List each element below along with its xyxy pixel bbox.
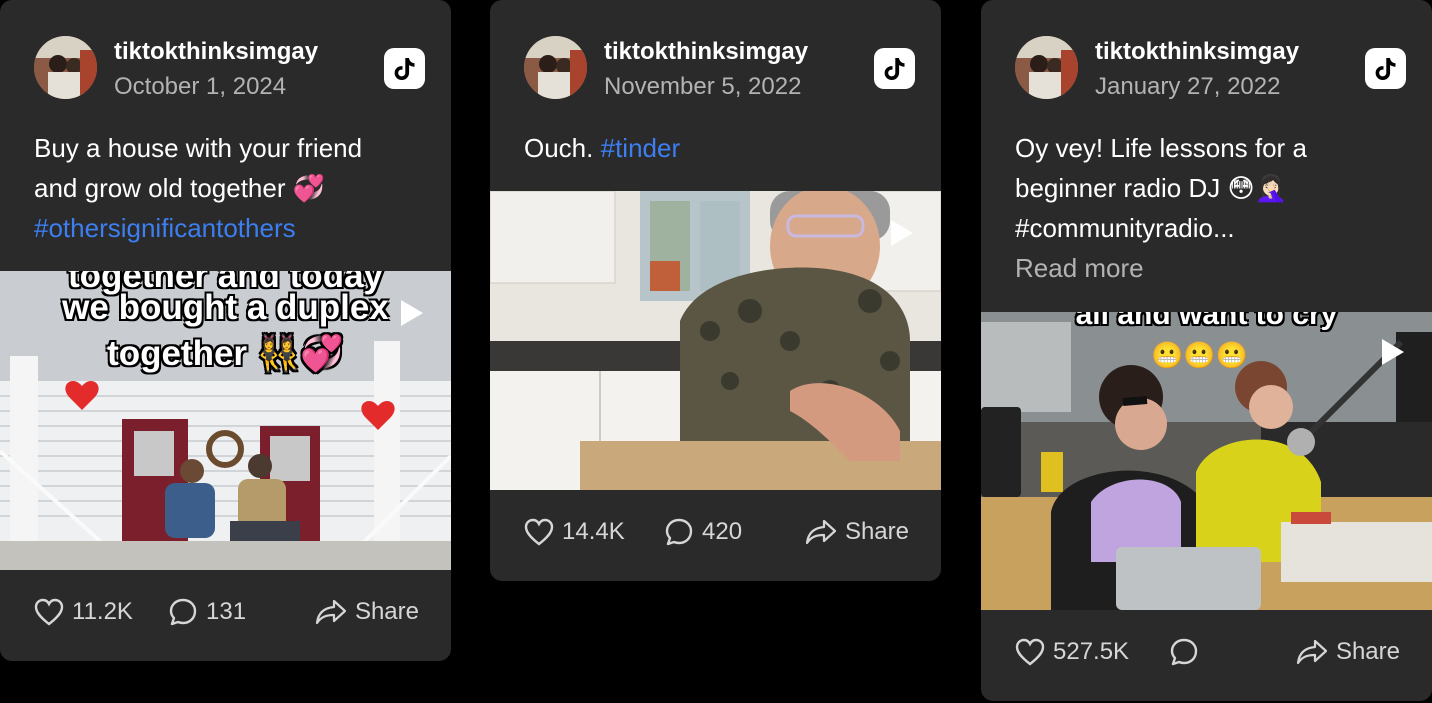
card-header: tiktokthinksimgay October 1, 2024 xyxy=(34,36,425,100)
kitchen-image xyxy=(490,191,941,490)
comment-button[interactable]: 131 xyxy=(168,592,246,632)
card-header: tiktokthinksimgay November 5, 2022 xyxy=(524,36,915,100)
tiktok-icon[interactable] xyxy=(384,48,425,89)
play-icon[interactable] xyxy=(1380,337,1406,367)
video-thumbnail[interactable] xyxy=(490,191,941,490)
video-thumbnail[interactable]: together and today we bought a duplex to… xyxy=(0,271,451,570)
card-footer: 11.2K 131 Share xyxy=(34,592,419,632)
username[interactable]: tiktokthinksimgay xyxy=(604,38,808,66)
tiktok-embed-card[interactable]: tiktokthinksimgay November 5, 2022 Ouch.… xyxy=(490,0,941,581)
share-button[interactable]: Share xyxy=(805,512,909,552)
share-label: Share xyxy=(844,518,909,545)
share-icon xyxy=(805,519,837,545)
heart-icon xyxy=(34,598,64,626)
comment-button[interactable]: 420 xyxy=(664,512,742,552)
card-header: tiktokthinksimgay January 27, 2022 xyxy=(1015,36,1406,100)
play-icon[interactable] xyxy=(889,218,915,248)
avatar[interactable] xyxy=(524,36,587,99)
share-label: Share xyxy=(1335,638,1400,665)
post-date: October 1, 2024 xyxy=(114,73,287,100)
caption-text: Buy a house with your friend and grow ol… xyxy=(34,133,363,203)
hashtag-link[interactable]: #othersignificantothers xyxy=(34,213,296,243)
caption-text: Ouch. xyxy=(524,133,594,163)
tiktok-embed-card[interactable]: tiktokthinksimgay January 27, 2022 Oy ve… xyxy=(981,0,1432,701)
like-button[interactable]: 11.2K xyxy=(34,592,133,632)
card-footer: 527.5K Share xyxy=(1015,632,1400,672)
video-overlay-text: we bought a duplex xyxy=(62,288,389,327)
comment-count: 131 xyxy=(206,598,247,625)
post-caption: Buy a house with your friend and grow ol… xyxy=(34,128,411,248)
username[interactable]: tiktokthinksimgay xyxy=(1095,38,1299,66)
comment-icon xyxy=(1170,638,1198,666)
tiktok-icon[interactable] xyxy=(874,48,915,89)
share-icon xyxy=(315,599,347,625)
comment-icon xyxy=(665,518,693,546)
heart-icon xyxy=(1015,638,1045,666)
post-caption: Ouch. #tinder xyxy=(524,128,901,168)
avatar[interactable] xyxy=(34,36,97,99)
post-caption: Oy vey! Life lessons for a beginner radi… xyxy=(1015,128,1392,288)
hashtag-link[interactable]: #tinder xyxy=(601,133,681,163)
comment-icon xyxy=(169,598,197,626)
post-date: January 27, 2022 xyxy=(1095,73,1281,100)
like-count: 527.5K xyxy=(1053,638,1130,665)
comment-button[interactable] xyxy=(1169,632,1207,672)
play-icon[interactable] xyxy=(399,298,425,328)
share-button[interactable]: Share xyxy=(1296,632,1400,672)
tiktok-icon[interactable] xyxy=(1365,48,1406,89)
heart-icon xyxy=(524,518,554,546)
read-more-link[interactable]: Read more xyxy=(1015,248,1392,288)
share-icon xyxy=(1296,639,1328,665)
hashtag-link[interactable]: #communityradio... xyxy=(1015,213,1235,243)
comment-count: 420 xyxy=(702,518,743,545)
card-footer: 14.4K 420 Share xyxy=(524,512,909,552)
username[interactable]: tiktokthinksimgay xyxy=(114,38,318,66)
video-thumbnail[interactable]: all and want to cry 😬😬😬 xyxy=(981,312,1432,610)
like-button[interactable]: 14.4K xyxy=(524,512,625,552)
like-count: 11.2K xyxy=(72,598,133,625)
video-overlay-emoji: 😬😬😬 xyxy=(1151,340,1249,370)
share-button[interactable]: Share xyxy=(315,592,419,632)
tiktok-embed-card[interactable]: tiktokthinksimgay October 1, 2024 Buy a … xyxy=(0,0,451,661)
like-count: 14.4K xyxy=(562,518,625,545)
like-button[interactable]: 527.5K xyxy=(1015,632,1129,672)
video-overlay-text: together 👯‍♀️💞 xyxy=(107,334,344,373)
avatar[interactable] xyxy=(1015,36,1078,99)
post-date: November 5, 2022 xyxy=(604,73,802,100)
share-label: Share xyxy=(354,598,419,625)
caption-text: Oy vey! Life lessons for a beginner radi… xyxy=(1015,133,1307,203)
